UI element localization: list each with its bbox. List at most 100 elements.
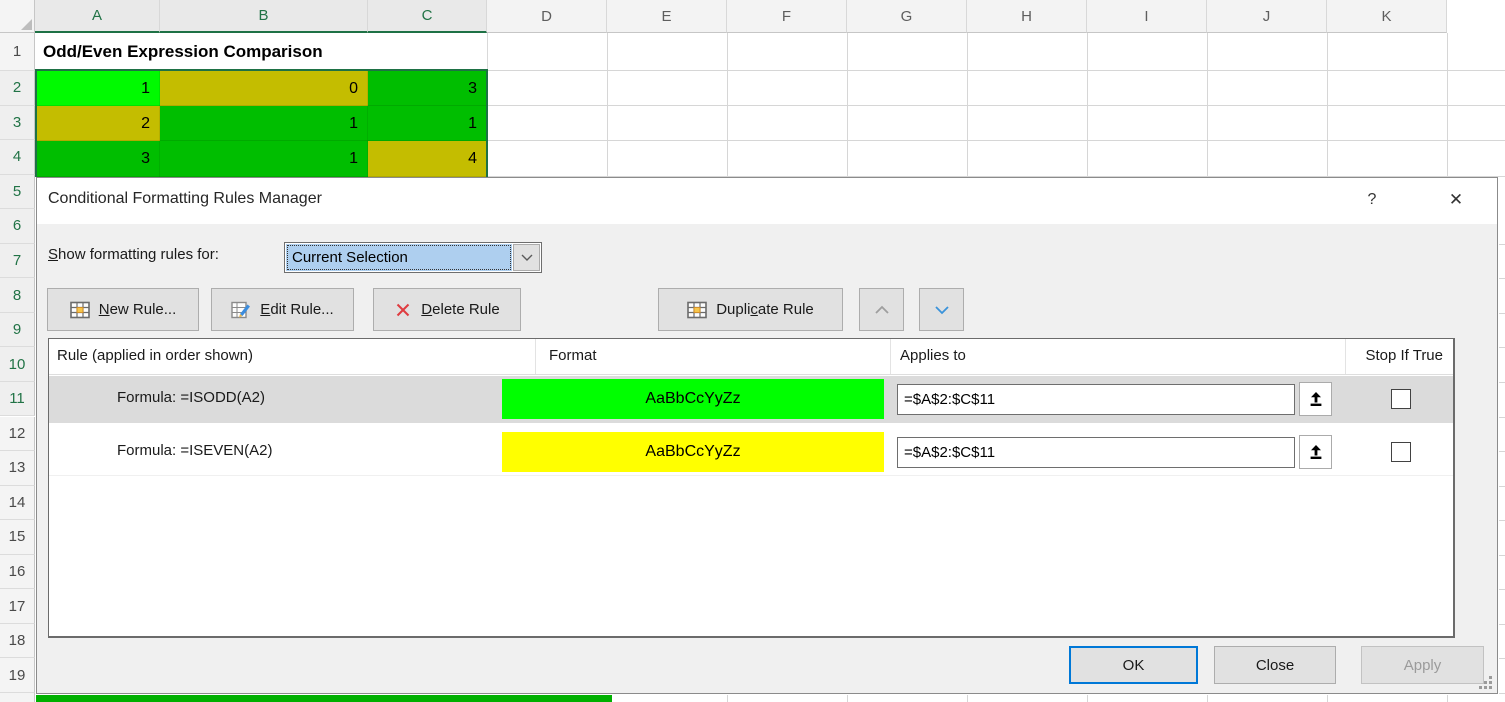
cell-a1-title[interactable]: Odd/Even Expression Comparison (36, 33, 488, 70)
chevron-up-icon (874, 305, 890, 315)
row-header-9[interactable]: 9 (0, 313, 35, 348)
close-icon: ✕ (1449, 190, 1463, 210)
button-label: Delete Rule (421, 301, 499, 318)
row-header-12[interactable]: 12 (0, 417, 35, 452)
new-rule-button[interactable]: New Rule... (47, 288, 199, 331)
delete-rule-button[interactable]: Delete Rule (373, 288, 521, 331)
column-header-c[interactable]: C (368, 0, 487, 33)
cell-b4[interactable]: 1 (160, 141, 368, 177)
stop-if-true-checkbox[interactable] (1391, 389, 1411, 409)
chevron-down-icon (934, 305, 950, 315)
column-header-j[interactable]: J (1207, 0, 1327, 33)
row-header-7[interactable]: 7 (0, 244, 35, 279)
row-header-1[interactable]: 1 (0, 33, 35, 71)
row-header-14[interactable]: 14 (0, 486, 35, 521)
column-header-applies-to: Applies to (900, 347, 966, 364)
row-header-4[interactable]: 4 (0, 140, 35, 175)
collapse-dialog-arrow-icon (1308, 444, 1324, 460)
column-header-f[interactable]: F (727, 0, 847, 33)
column-header-e[interactable]: E (607, 0, 727, 33)
gridline (487, 105, 1505, 106)
button-label: New Rule... (99, 301, 177, 318)
applies-to-input[interactable] (897, 384, 1295, 415)
help-button[interactable]: ? (1359, 187, 1385, 213)
label-text: how formatting rules for: (58, 246, 219, 263)
gridline (487, 70, 1505, 71)
conditional-formatting-rules-manager-dialog: Conditional Formatting Rules Manager ? ✕… (36, 177, 1498, 694)
column-header-k[interactable]: K (1327, 0, 1447, 33)
column-header-a[interactable]: A (35, 0, 160, 33)
cell-a3[interactable]: 2 (35, 106, 160, 141)
row-header-10[interactable]: 10 (0, 347, 35, 382)
table-grid-icon (70, 301, 90, 319)
rule-row[interactable]: Formula: =ISODD(A2)AaBbCcYyZz (49, 376, 1453, 423)
close-button[interactable]: Close (1214, 646, 1336, 684)
ok-button[interactable]: OK (1069, 646, 1198, 684)
row-header-20[interactable]: 20 (0, 693, 35, 702)
rules-list: Rule (applied in order shown) Format App… (48, 338, 1455, 638)
gridline (967, 695, 968, 702)
column-header-rule: Rule (applied in order shown) (57, 347, 253, 364)
move-rule-up-button[interactable] (859, 288, 904, 331)
cell-c3[interactable]: 1 (368, 106, 487, 141)
combobox-dropdown-button[interactable] (513, 244, 540, 271)
select-all-corner[interactable] (0, 0, 35, 33)
gridline (1499, 451, 1505, 452)
gridline (1499, 382, 1505, 383)
gridline (1499, 658, 1505, 659)
row-header-11[interactable]: 11 (0, 382, 35, 417)
duplicate-rule-button[interactable]: Duplicate Rule (658, 288, 843, 331)
column-header-b[interactable]: B (160, 0, 368, 33)
row-header-3[interactable]: 3 (0, 106, 35, 141)
stop-if-true-checkbox[interactable] (1391, 442, 1411, 462)
column-separator (535, 339, 536, 374)
applies-to-input[interactable] (897, 437, 1295, 468)
row-header-2[interactable]: 2 (0, 71, 35, 106)
combobox-selected-value[interactable]: Current Selection (286, 244, 512, 271)
gridline (1499, 313, 1505, 314)
move-rule-down-button[interactable] (919, 288, 964, 331)
cell-b3[interactable]: 1 (160, 106, 368, 141)
row-header-13[interactable]: 13 (0, 451, 35, 486)
cell-b2[interactable]: 0 (160, 71, 368, 106)
column-header-stop-if-true: Stop If True (1365, 347, 1443, 364)
gridline (1499, 520, 1505, 521)
row-header-19[interactable]: 19 (0, 658, 35, 693)
gridline (1499, 278, 1505, 279)
apply-button[interactable]: Apply (1361, 646, 1484, 684)
button-label: Duplicate Rule (716, 301, 814, 318)
rule-row[interactable]: Formula: =ISEVEN(A2)AaBbCcYyZz (49, 429, 1453, 476)
dialog-close-button[interactable]: ✕ (1443, 187, 1469, 213)
dialog-title: Conditional Formatting Rules Manager (48, 190, 322, 208)
row-header-6[interactable]: 6 (0, 209, 35, 244)
gridline (1447, 695, 1448, 702)
show-rules-for-combobox[interactable]: Current Selection (284, 242, 542, 273)
row-header-16[interactable]: 16 (0, 555, 35, 590)
row-header-5[interactable]: 5 (0, 175, 35, 210)
collapse-dialog-button[interactable] (1299, 435, 1332, 469)
gridline (1087, 695, 1088, 702)
cell-a2[interactable]: 1 (35, 71, 160, 106)
column-header-d[interactable]: D (487, 0, 607, 33)
gridline (1499, 693, 1505, 694)
column-header-i[interactable]: I (1087, 0, 1207, 33)
cell-c2[interactable]: 3 (368, 71, 487, 106)
row-header-8[interactable]: 8 (0, 278, 35, 313)
cell-c4[interactable]: 4 (368, 141, 487, 177)
gridline (1207, 695, 1208, 702)
collapse-dialog-button[interactable] (1299, 382, 1332, 416)
excel-screen: ABCDEFGHIJK 1234567891011121314151617181… (0, 0, 1505, 702)
column-header-h[interactable]: H (967, 0, 1087, 33)
row-header-18[interactable]: 18 (0, 624, 35, 659)
gridline (1327, 695, 1328, 702)
cell-a4[interactable]: 3 (35, 141, 160, 177)
resize-grip[interactable] (1478, 675, 1492, 689)
gridline (1499, 417, 1505, 418)
row-header-17[interactable]: 17 (0, 589, 35, 624)
row-header-15[interactable]: 15 (0, 520, 35, 555)
edit-rule-button[interactable]: Edit Rule... (211, 288, 354, 331)
button-label: Edit Rule... (260, 301, 333, 318)
dialog-titlebar[interactable]: Conditional Formatting Rules Manager ? ✕ (37, 178, 1497, 224)
column-separator (890, 339, 891, 374)
column-header-g[interactable]: G (847, 0, 967, 33)
